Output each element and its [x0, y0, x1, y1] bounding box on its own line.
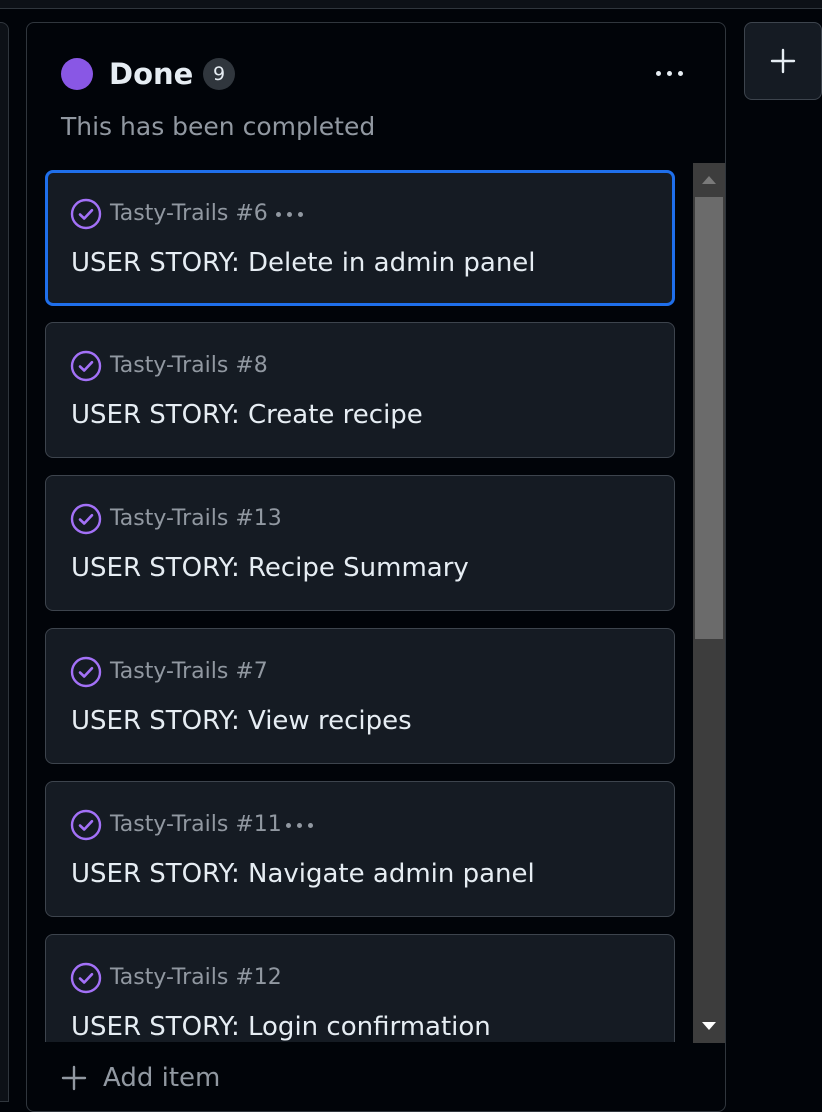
kebab-dot [308, 822, 313, 828]
kebab-dot [297, 822, 302, 828]
issue-reference[interactable]: Tasty-Trails #13 [110, 503, 282, 535]
issue-title[interactable]: USER STORY: Navigate admin panel [71, 856, 535, 892]
issue-card[interactable]: Tasty-Trails #13 USER STORY: Recipe Summa… [45, 475, 675, 611]
check-circle-icon [70, 350, 102, 382]
column-count-badge: 9 [203, 58, 235, 90]
top-border [0, 0, 822, 9]
column-color-dot [61, 58, 93, 90]
issue-title[interactable]: USER STORY: Login confirmation [71, 1009, 491, 1042]
add-column-button[interactable] [744, 22, 822, 100]
issue-reference[interactable]: Tasty-Trails #8 [110, 350, 268, 382]
kebab-horizontal-icon [276, 211, 281, 217]
issue-reference[interactable]: Tasty-Trails #11 [110, 809, 282, 841]
kebab-horizontal-icon [655, 70, 661, 76]
issue-title[interactable]: USER STORY: Create recipe [71, 397, 423, 433]
kebab-horizontal-icon [286, 822, 291, 828]
scrollbar-thumb[interactable] [695, 197, 723, 639]
check-circle-icon [70, 656, 102, 688]
issue-title[interactable]: USER STORY: Delete in admin panel [71, 245, 536, 281]
kebab-dot [298, 211, 303, 217]
check-circle-icon [70, 809, 102, 841]
issue-card[interactable]: Tasty-Trails #11 USER STORY: Navigate adm… [45, 781, 675, 917]
issue-card[interactable]: Tasty-Trails #12 USER STORY: Login confir… [45, 934, 675, 1042]
add-item-button[interactable]: Add item [61, 1063, 220, 1093]
issue-reference[interactable]: Tasty-Trails #7 [110, 656, 268, 688]
issue-card[interactable]: Tasty-Trails #6 USER STORY: Delete in adm… [45, 170, 675, 306]
add-item-label: Add item [103, 1063, 221, 1093]
scroll-up-arrow[interactable] [693, 167, 725, 193]
done-column: Done 9 This has been completed Tasty-Tra… [26, 22, 726, 1112]
plus-icon [770, 48, 796, 74]
column-title: Done [109, 57, 194, 91]
card-list[interactable]: Tasty-Trails #6 USER STORY: Delete in adm… [43, 170, 677, 1042]
issue-card[interactable]: Tasty-Trails #8 USER STORY: Create recipe [45, 322, 675, 458]
kebab-dot [287, 211, 292, 217]
issue-title[interactable]: USER STORY: View recipes [71, 703, 412, 739]
check-circle-icon [70, 962, 102, 994]
issue-card[interactable]: Tasty-Trails #7 USER STORY: View recipes [45, 628, 675, 764]
issue-title[interactable]: USER STORY: Recipe Summary [71, 550, 469, 586]
issue-reference[interactable]: Tasty-Trails #6 [110, 198, 268, 230]
card-menu-button[interactable] [286, 815, 326, 835]
previous-column-edge [0, 22, 9, 1102]
card-menu-button[interactable] [276, 204, 316, 224]
issue-reference[interactable]: Tasty-Trails #12 [110, 962, 282, 994]
check-circle-icon [70, 503, 102, 535]
scrollbar[interactable] [693, 163, 725, 1043]
column-description: This has been completed [61, 112, 376, 141]
plus-icon [61, 1065, 87, 1091]
scroll-down-arrow[interactable] [693, 1013, 725, 1039]
check-circle-icon [70, 198, 102, 230]
column-menu-button[interactable] [647, 59, 691, 87]
